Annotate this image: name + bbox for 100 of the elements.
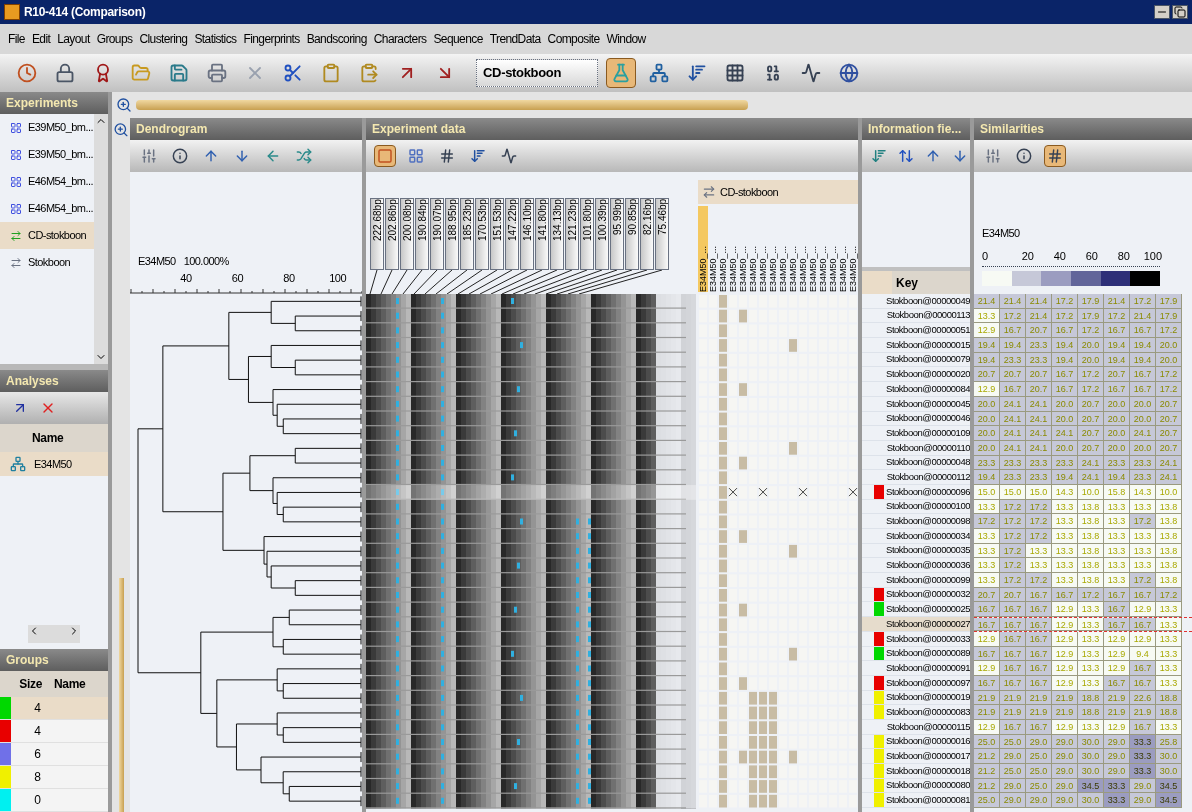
info-row[interactable]: Stokboon@00000100 bbox=[862, 499, 970, 515]
info-row[interactable]: Stokboon@00000033 bbox=[862, 631, 970, 647]
info-row[interactable]: Stokboon@00000034 bbox=[862, 529, 970, 544]
menu-item[interactable]: Characters bbox=[373, 30, 427, 48]
info-row[interactable]: Stokboon@00000098 bbox=[862, 514, 970, 529]
color-grid-icon bbox=[408, 148, 424, 164]
info-row[interactable]: Stokboon@00000099 bbox=[862, 573, 970, 588]
info-row[interactable]: Stokboon@00000089 bbox=[862, 646, 970, 662]
zoom-icon[interactable] bbox=[116, 97, 132, 113]
info-row[interactable]: Stokboon@00000097 bbox=[862, 675, 970, 691]
info-row[interactable]: Stokboon@00000084 bbox=[862, 382, 970, 397]
experiment-item[interactable]: E39M50_bm... bbox=[0, 114, 94, 141]
character-column-header[interactable]: E34M50_... bbox=[788, 206, 798, 292]
info-row[interactable]: Stokboon@00000046 bbox=[862, 411, 970, 427]
group-row[interactable]: 6 bbox=[0, 743, 108, 766]
character-column-header[interactable]: E34M50_... bbox=[698, 206, 708, 292]
character-column-header[interactable]: E34M50_... bbox=[758, 206, 768, 292]
info-row[interactable]: Stokboon@00000015 bbox=[862, 338, 970, 353]
character-column-header[interactable]: E34M50_... bbox=[818, 206, 828, 292]
column-header[interactable]: Name bbox=[0, 424, 108, 452]
group-row[interactable]: 4 bbox=[0, 720, 108, 743]
panel-title: Information fie... bbox=[868, 121, 962, 138]
zoom-icon[interactable] bbox=[113, 122, 129, 138]
experiment-item[interactable]: CD-stokboon bbox=[0, 222, 94, 249]
info-row[interactable]: Stokboon@00000096 bbox=[862, 484, 970, 500]
experiment-item[interactable]: E46M54_bm... bbox=[0, 195, 94, 222]
character-column-header[interactable]: E34M50_... bbox=[718, 206, 728, 292]
key-cell-text: Stokboon@00000084 bbox=[885, 381, 970, 396]
menu-item[interactable]: Composite bbox=[547, 30, 600, 48]
character-column-header[interactable]: E34M50_... bbox=[848, 206, 858, 292]
menu-item[interactable]: Sequence bbox=[433, 30, 483, 48]
group-row[interactable]: 0 bbox=[0, 789, 108, 812]
toolbar-button[interactable] bbox=[1044, 145, 1066, 167]
character-column-header[interactable]: E34M50_... bbox=[738, 206, 748, 292]
similarity-cell: 13.3 bbox=[1026, 558, 1052, 574]
scroll-track[interactable] bbox=[118, 577, 124, 812]
info-row[interactable]: Stokboon@00000083 bbox=[862, 705, 970, 720]
character-column-header[interactable]: E34M50_... bbox=[708, 206, 718, 292]
info-row[interactable]: Stokboon@00000016 bbox=[862, 734, 970, 750]
menu-item[interactable]: TrendData bbox=[489, 30, 541, 48]
character-column-header[interactable]: E34M50_... bbox=[808, 206, 818, 292]
similarity-cell: 20.7 bbox=[1026, 367, 1052, 383]
character-column-header[interactable]: E34M50_... bbox=[798, 206, 808, 292]
info-row[interactable]: Stokboon@00000110 bbox=[862, 440, 970, 456]
character-column-header[interactable]: E34M50_... bbox=[778, 206, 788, 292]
character-column-header[interactable]: E34M50_... bbox=[768, 206, 778, 292]
column-header[interactable]: Key bbox=[892, 271, 970, 294]
similarity-cell: 13.3 bbox=[1156, 602, 1182, 618]
experiment-item[interactable]: Stokboon bbox=[0, 249, 94, 276]
similarity-cell: 21.4 bbox=[974, 294, 1000, 309]
character-column-header[interactable]: E34M50_... bbox=[748, 206, 758, 292]
info-row[interactable]: Stokboon@00000036 bbox=[862, 558, 970, 574]
menu-item[interactable]: Statistics bbox=[194, 30, 237, 48]
info-row[interactable]: Stokboon@00000035 bbox=[862, 543, 970, 559]
menu-item[interactable]: Layout bbox=[57, 30, 90, 48]
similarity-cell: 33.3 bbox=[1130, 764, 1156, 779]
analysis-row[interactable]: E34M50 bbox=[0, 452, 108, 476]
menu-item[interactable]: Window bbox=[606, 30, 646, 48]
info-row[interactable]: Stokboon@00000079 bbox=[862, 352, 970, 368]
column-header[interactable]: Size bbox=[0, 675, 44, 693]
info-row[interactable]: Stokboon@00000051 bbox=[862, 323, 970, 339]
restore-button[interactable] bbox=[1172, 5, 1188, 19]
info-row[interactable]: Stokboon@00000113 bbox=[862, 308, 970, 324]
info-row[interactable]: Stokboon@00000027 bbox=[862, 617, 970, 632]
info-row[interactable]: Stokboon@00000018 bbox=[862, 764, 970, 779]
menu-item[interactable]: Edit bbox=[31, 30, 51, 48]
menu-item[interactable]: Groups bbox=[96, 30, 133, 48]
key-cell-text: Stokboon@00000048 bbox=[885, 455, 970, 470]
fingerprint-icon bbox=[10, 121, 22, 134]
info-row[interactable]: Stokboon@00000112 bbox=[862, 470, 970, 485]
scrollbar[interactable] bbox=[28, 625, 80, 643]
info-row[interactable]: Stokboon@00000048 bbox=[862, 455, 970, 471]
menu-item[interactable]: File bbox=[8, 30, 25, 48]
info-row[interactable]: Stokboon@00000019 bbox=[862, 690, 970, 706]
menu-item[interactable]: Clustering bbox=[139, 30, 188, 48]
info-row[interactable]: Stokboon@00000049 bbox=[862, 294, 970, 309]
info-row[interactable]: Stokboon@00000032 bbox=[862, 587, 970, 603]
info-row[interactable]: Stokboon@00000091 bbox=[862, 661, 970, 676]
info-row[interactable]: Stokboon@00000115 bbox=[862, 719, 970, 735]
character-column-header[interactable]: E34M50_... bbox=[828, 206, 838, 292]
group-row[interactable]: 4 bbox=[0, 697, 108, 720]
band-label: 82.16bp bbox=[640, 198, 654, 270]
info-row[interactable]: Stokboon@00000081 bbox=[862, 793, 970, 809]
info-row[interactable]: Stokboon@00000109 bbox=[862, 426, 970, 441]
experiment-item[interactable]: E39M50_bm... bbox=[0, 141, 94, 168]
chart-icon bbox=[501, 148, 517, 164]
menu-item[interactable]: Fingerprints bbox=[243, 30, 300, 48]
scrollbar[interactable] bbox=[94, 114, 108, 364]
character-column-header[interactable]: E34M50_... bbox=[728, 206, 738, 292]
info-row[interactable]: Stokboon@00000020 bbox=[862, 367, 970, 383]
experiment-combo[interactable]: CD-stokboon bbox=[476, 59, 598, 87]
menu-item[interactable]: Bandscoring bbox=[306, 30, 367, 48]
info-row[interactable]: Stokboon@00000045 bbox=[862, 396, 970, 412]
character-column-header[interactable]: E34M50_... bbox=[838, 206, 848, 292]
column-header[interactable]: Name bbox=[44, 675, 86, 693]
minimize-button[interactable] bbox=[1154, 5, 1170, 19]
info-row[interactable]: Stokboon@00000017 bbox=[862, 749, 970, 764]
experiment-item[interactable]: E46M54_bm... bbox=[0, 168, 94, 195]
info-row[interactable]: Stokboon@00000080 bbox=[862, 778, 970, 794]
group-row[interactable]: 8 bbox=[0, 766, 108, 789]
